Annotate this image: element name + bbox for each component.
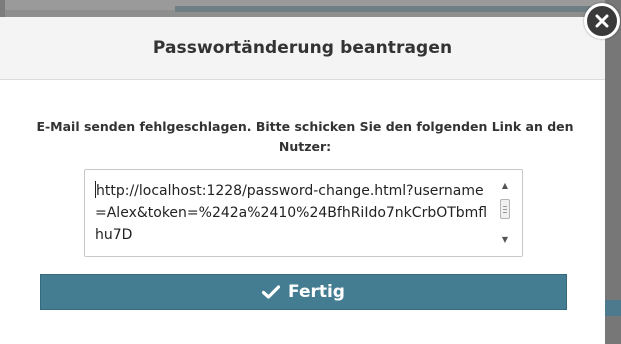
- check-icon: [262, 285, 281, 299]
- close-icon: [595, 14, 609, 28]
- grip-line: [503, 206, 507, 207]
- done-label: Fertig: [288, 282, 345, 302]
- link-textarea[interactable]: http://localhost:1228/password-change.ht…: [84, 169, 523, 257]
- grip-line: [503, 209, 507, 210]
- close-button[interactable]: [584, 3, 620, 39]
- done-button[interactable]: Fertig: [40, 274, 567, 310]
- scroll-up-arrow-icon[interactable]: ▲: [498, 180, 512, 192]
- dialog-title: Passwortänderung beantragen: [152, 38, 453, 58]
- error-message: E-Mail senden fehlgeschlagen. Bitte schi…: [36, 119, 574, 154]
- scroll-down-arrow-icon[interactable]: ▼: [498, 234, 512, 246]
- grip-line: [503, 212, 507, 213]
- textarea-scrollbar[interactable]: ▲ ▼: [498, 180, 512, 246]
- backdrop-corner: [605, 300, 621, 316]
- link-text[interactable]: http://localhost:1228/password-change.ht…: [95, 180, 495, 246]
- backdrop-right: [605, 0, 621, 344]
- dialog-header: Passwortänderung beantragen: [0, 17, 605, 80]
- password-change-dialog: Passwortänderung beantragen E-Mail sende…: [0, 17, 605, 344]
- link-value: http://localhost:1228/password-change.ht…: [95, 183, 488, 243]
- backdrop-strip: [175, 6, 595, 12]
- scrollbar-thumb[interactable]: [500, 199, 510, 219]
